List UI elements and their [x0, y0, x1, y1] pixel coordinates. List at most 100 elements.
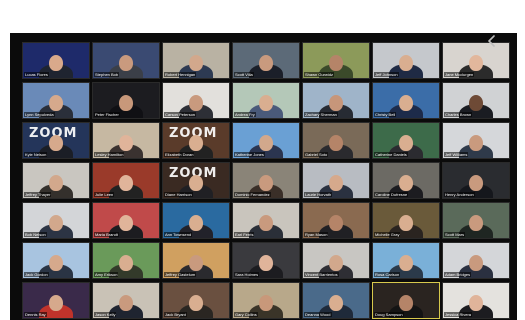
participant-head	[189, 94, 203, 111]
participant-tile[interactable]: Maria Brandt	[92, 202, 160, 239]
participant-tile[interactable]: ZOOM Diane Harrison	[162, 162, 230, 199]
participant-head	[469, 94, 483, 111]
participant-tile[interactable]: Jessica Rivera	[442, 282, 510, 319]
participant-tile[interactable]: Caroline Dufresne	[372, 162, 440, 199]
participant-tile[interactable]: Jack Gordon	[22, 242, 90, 279]
participant-tile[interactable]: Lucas Flores	[22, 42, 90, 79]
participant-name: Charles Brown	[444, 112, 473, 117]
participant-tile[interactable]: Lesley Hamilton	[92, 122, 160, 159]
participant-name: Jack Bryant	[164, 312, 187, 317]
participant-tile[interactable]: Doug Sampson	[372, 282, 440, 319]
participant-name: Jane Mcclurgen	[444, 72, 475, 77]
participant-head	[469, 294, 483, 311]
participant-tile[interactable]: Dennis Ray	[22, 282, 90, 319]
participant-head	[399, 294, 413, 311]
participant-name: Lynn Sepulveda	[24, 112, 55, 117]
participant-tile[interactable]: Amy Erikson	[92, 242, 160, 279]
participant-head	[119, 214, 133, 231]
participant-head	[469, 174, 483, 191]
participant-tile[interactable]: Jeffrey Gastelum	[162, 242, 230, 279]
participant-head	[49, 214, 63, 231]
participant-head	[399, 94, 413, 111]
participant-tile[interactable]: Earl Ferris	[232, 202, 300, 239]
participant-head	[189, 294, 203, 311]
participant-tile[interactable]: Jack Bryant	[162, 282, 230, 319]
participant-tile[interactable]: Sara Holmes	[232, 242, 300, 279]
participant-tile[interactable]: Shawn Gurwidz	[302, 42, 370, 79]
participant-tile[interactable]: Michelle Gray	[372, 202, 440, 239]
participant-tile[interactable]: Jeff Williams	[442, 122, 510, 159]
participant-head	[189, 214, 203, 231]
participant-name: Gary Collins	[234, 312, 258, 317]
participant-head	[49, 94, 63, 111]
participant-name: Andrea Fry	[234, 112, 256, 117]
participant-head	[259, 54, 273, 71]
participant-name: Henry Anderson	[444, 192, 475, 197]
participant-tile[interactable]: Jane Mcclurgen	[442, 42, 510, 79]
participant-tile[interactable]: Ann Townsend	[162, 202, 230, 239]
participant-name: Carson Peterson	[164, 112, 197, 117]
participant-name: Scott Mars	[444, 232, 466, 237]
participant-tile[interactable]: Katherine Jones	[232, 122, 300, 159]
participant-tile[interactable]: Gary Collins	[232, 282, 300, 319]
participant-name: Jason Kelly	[94, 312, 117, 317]
participant-tile[interactable]: Vincent Barrientos	[302, 242, 370, 279]
participant-head	[119, 134, 133, 151]
participant-head	[329, 94, 343, 111]
participant-tile[interactable]: Ryan Mason	[302, 202, 370, 239]
participant-head	[399, 214, 413, 231]
participant-tile[interactable]: Rosa Carlson	[372, 242, 440, 279]
participant-head	[469, 214, 483, 231]
participant-head	[329, 294, 343, 311]
participant-tile[interactable]: Catherine Daniels	[372, 122, 440, 159]
participant-head	[189, 54, 203, 71]
participant-tile[interactable]: Jeff Johnson	[372, 42, 440, 79]
participant-tile[interactable]: Julie Leen	[92, 162, 160, 199]
participant-head	[329, 174, 343, 191]
participant-tile[interactable]: Bob Nelson	[22, 202, 90, 239]
participant-name: Jessica Rivera	[444, 312, 473, 317]
participant-tile[interactable]: Carson Peterson	[162, 82, 230, 119]
participant-tile[interactable]: Robert Hennigan	[162, 42, 230, 79]
participant-head	[119, 254, 133, 271]
participant-tile[interactable]: Dominic Fernandez	[232, 162, 300, 199]
participant-name: Rosa Carlson	[374, 272, 401, 277]
participant-tile[interactable]: Adam Bridges	[442, 242, 510, 279]
participant-tile[interactable]: Stephen Bob	[92, 42, 160, 79]
participant-tile[interactable]: Andrea Fry	[232, 82, 300, 119]
participant-tile[interactable]: ZOOM Elizabeth Doran	[162, 122, 230, 159]
participant-head	[399, 174, 413, 191]
participant-head	[259, 134, 273, 151]
participant-tile[interactable]: Jeffrey Thayer	[22, 162, 90, 199]
participant-tile[interactable]: Deanna Wood	[302, 282, 370, 319]
participant-tile[interactable]: Gabriel Soto	[302, 122, 370, 159]
participant-name: Vincent Barrientos	[304, 272, 339, 277]
participant-head	[119, 94, 133, 111]
participant-head	[119, 54, 133, 71]
participant-tile[interactable]: Laurie Horvath	[302, 162, 370, 199]
participant-name: Elizabeth Doran	[164, 152, 195, 157]
participant-tile[interactable]: Zachary Sherman	[302, 82, 370, 119]
participant-name: Maria Brandt	[94, 232, 119, 237]
participant-name: Zachary Sherman	[304, 112, 338, 117]
participant-head	[259, 254, 273, 271]
participant-tile[interactable]: Scott Villa	[232, 42, 300, 79]
participant-name: Sara Holmes	[234, 272, 260, 277]
participant-head	[49, 294, 63, 311]
participant-head	[399, 134, 413, 151]
participant-head	[469, 134, 483, 151]
participant-tile[interactable]: Peter Fischer	[92, 82, 160, 119]
chevron-left-icon[interactable]	[486, 35, 498, 47]
participant-tile[interactable]: Lynn Sepulveda	[22, 82, 90, 119]
participant-tile[interactable]: ZOOM Kyle Nelson	[22, 122, 90, 159]
participant-head	[469, 254, 483, 271]
participant-tile[interactable]: Christy Bell	[372, 82, 440, 119]
participant-tile[interactable]: Jason Kelly	[92, 282, 160, 319]
participant-tile[interactable]: Henry Anderson	[442, 162, 510, 199]
participant-name: Katherine Jones	[234, 152, 265, 157]
participant-head	[119, 174, 133, 191]
participant-name: Jeffrey Thayer	[24, 192, 52, 197]
participant-tile[interactable]: Charles Brown	[442, 82, 510, 119]
participant-tile[interactable]: Scott Mars	[442, 202, 510, 239]
participant-name: Diane Harrison	[164, 192, 193, 197]
